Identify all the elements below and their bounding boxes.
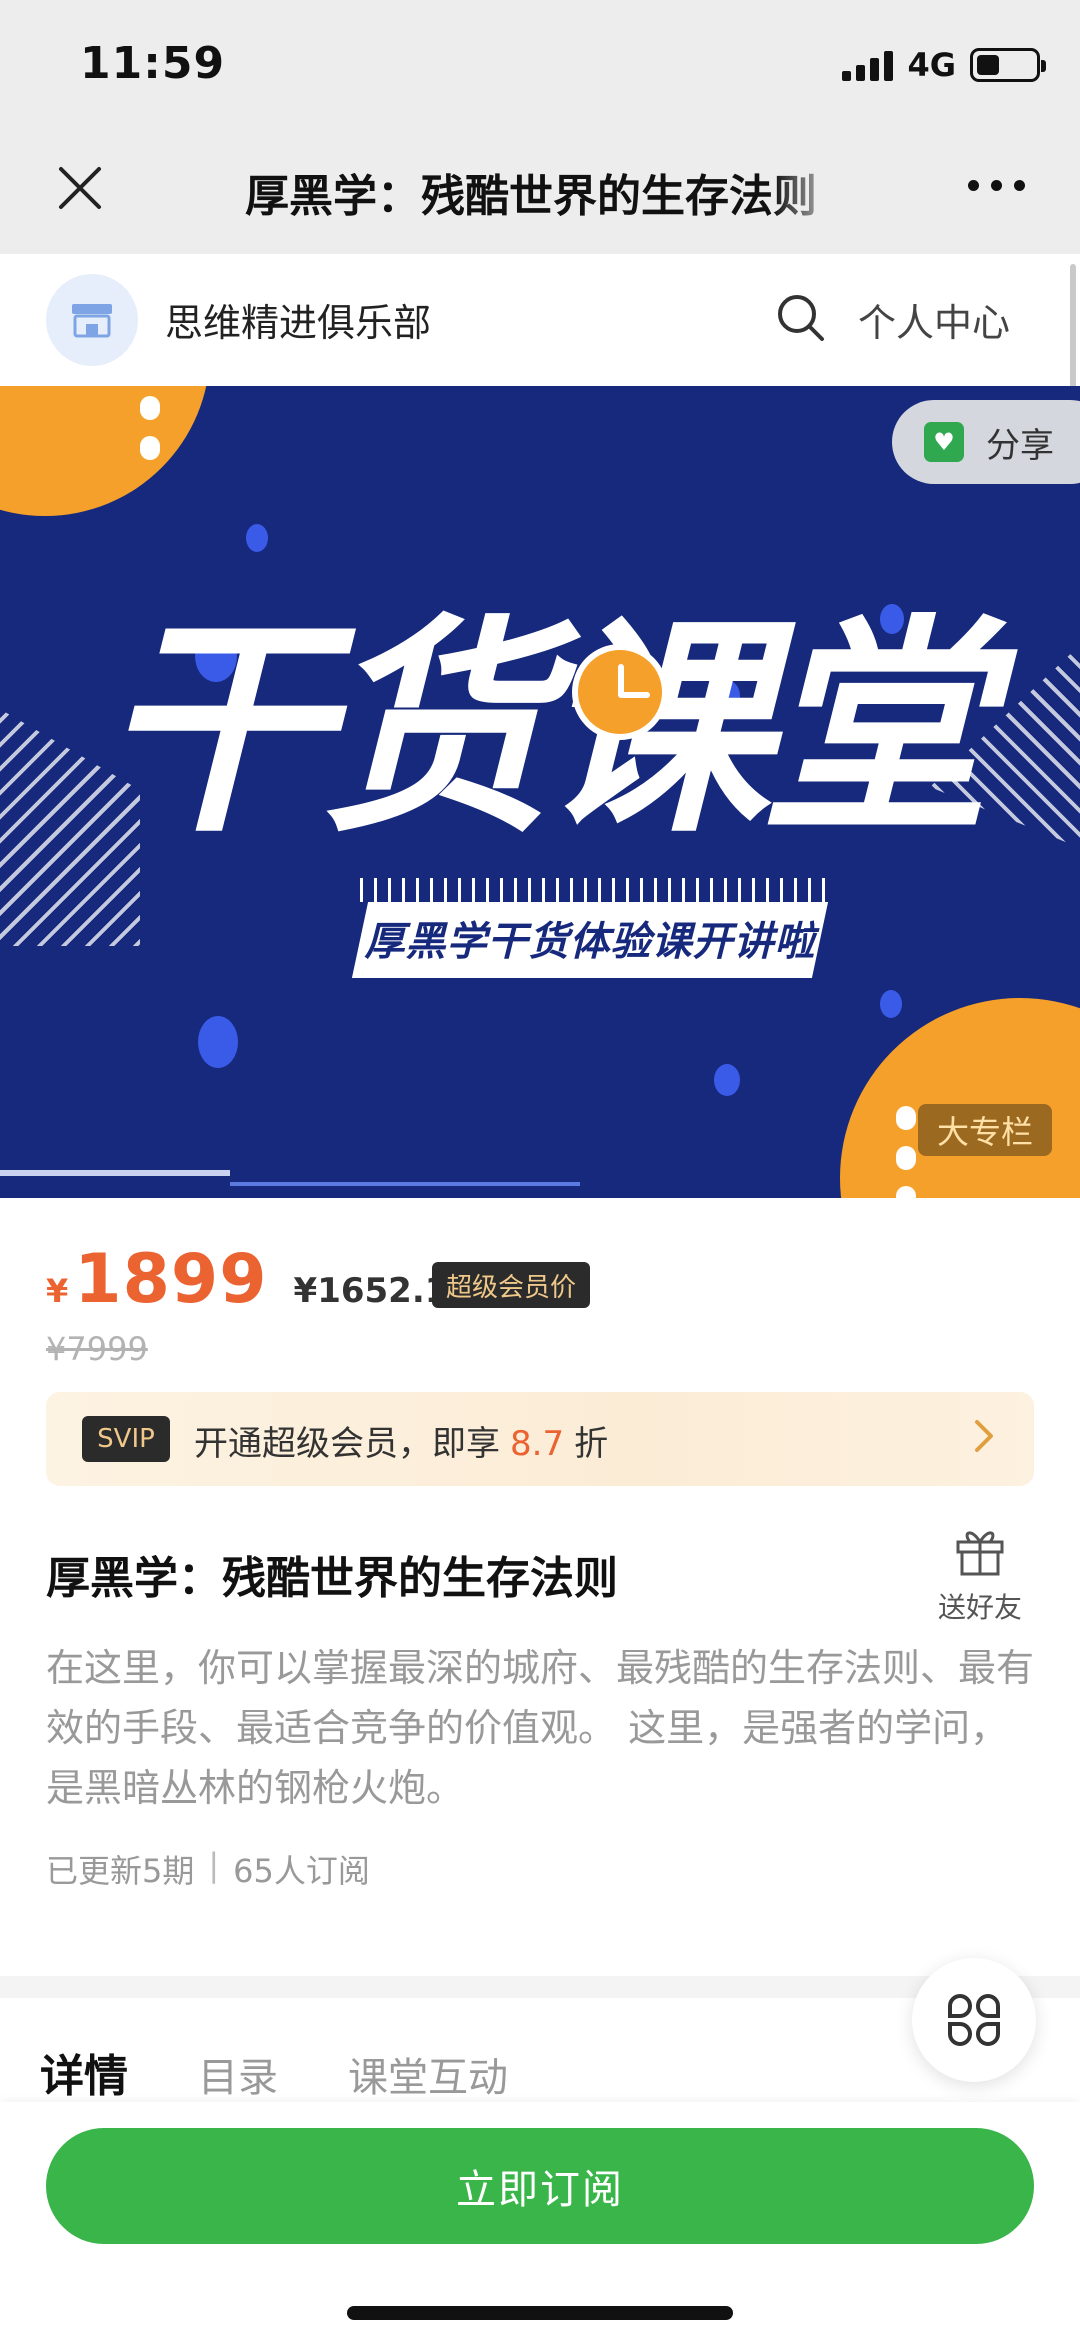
personal-center-link[interactable]: 个人中心	[858, 292, 1010, 347]
content-tabs: 详情 目录 课堂互动	[40, 2040, 508, 2104]
svip-text: 开通超级会员，即享 8.7 折	[194, 1416, 608, 1465]
tab-interaction[interactable]: 课堂互动	[348, 2045, 508, 2103]
decor-dots	[896, 1106, 916, 1198]
svip-tag: SVIP	[82, 1416, 170, 1462]
decor-blob	[880, 990, 902, 1018]
current-price: 1899	[74, 1240, 268, 1319]
floating-menu-button[interactable]	[912, 1958, 1036, 2082]
store-icon	[72, 304, 112, 338]
column-tag: 大专栏	[918, 1104, 1052, 1156]
subscriber-count: 65人订阅	[233, 1852, 370, 1890]
network-type: 4G	[907, 46, 956, 84]
battery-icon	[970, 48, 1046, 82]
gift-label: 送好友	[937, 1591, 1022, 1624]
grid-menu-icon	[948, 1994, 1000, 2046]
svip-promo-bar[interactable]: SVIP 开通超级会员，即享 8.7 折	[46, 1392, 1034, 1486]
clock-icon	[572, 644, 668, 740]
gift-icon	[956, 1531, 1004, 1576]
decor-line	[0, 1170, 230, 1176]
update-count: 已更新5期	[46, 1852, 195, 1890]
decor-blob	[714, 1064, 740, 1096]
share-button[interactable]: 分享	[892, 400, 1080, 484]
subscribe-button[interactable]: 立即订阅	[46, 2128, 1034, 2244]
gift-button[interactable]: 送好友	[930, 1522, 1030, 1626]
more-icon[interactable]	[968, 180, 1025, 191]
decor-ruler	[360, 878, 830, 902]
decor-blob	[198, 1016, 238, 1068]
decor-circle	[0, 386, 210, 516]
tab-details[interactable]: 详情	[40, 2040, 128, 2104]
bottom-action-bar: 立即订阅	[0, 2102, 1080, 2339]
shop-name[interactable]: 思维精进俱乐部	[165, 292, 431, 347]
svip-text-suffix: 折	[574, 1424, 609, 1464]
chevron-right-icon	[975, 1420, 993, 1452]
shop-avatar[interactable]	[46, 274, 138, 366]
decor-dots	[140, 396, 160, 460]
decor-line	[230, 1182, 580, 1186]
svip-discount: 8.7	[510, 1424, 565, 1464]
course-banner: 干货课堂 厚黑学干货体验课开讲啦	[0, 386, 1080, 1198]
home-indicator[interactable]	[347, 2306, 733, 2320]
status-indicators: 4G	[842, 46, 1046, 84]
price-row: ¥ 1899 ¥1652.13	[46, 1240, 472, 1319]
top-bar: 11:59 4G 厚黑学：残酷世界的生存法则	[0, 0, 1080, 254]
status-time: 11:59	[80, 38, 226, 89]
signal-icon	[842, 49, 894, 81]
share-icon	[924, 422, 964, 462]
meta-separator: |	[208, 1846, 220, 1884]
course-meta: 已更新5期 | 65人订阅	[46, 1846, 370, 1892]
member-price-badge: 超级会员价	[432, 1262, 591, 1308]
banner-headline: 干货课堂	[100, 597, 990, 864]
banner-subtitle: 厚黑学干货体验课开讲啦	[364, 919, 816, 965]
share-label: 分享	[986, 425, 1054, 466]
tab-catalog[interactable]: 目录	[198, 2045, 278, 2103]
course-title: 厚黑学：残酷世界的生存法则	[46, 1553, 618, 1604]
svip-text-prefix: 开通超级会员，即享	[194, 1424, 500, 1464]
course-description: 在这里，你可以掌握最深的城府、最残酷的生存法则、最有效的手段、最适合竞争的价值观…	[46, 1646, 1035, 1810]
shop-header: 思维精进俱乐部 个人中心	[0, 254, 1080, 386]
page-title: 厚黑学：残酷世界的生存法则	[245, 171, 817, 222]
decor-blob	[246, 524, 268, 552]
search-icon[interactable]	[775, 292, 827, 344]
original-price: ¥7999	[46, 1330, 148, 1368]
close-icon[interactable]	[55, 163, 105, 213]
decor-circle	[840, 998, 1080, 1198]
currency-symbol: ¥	[46, 1272, 69, 1310]
